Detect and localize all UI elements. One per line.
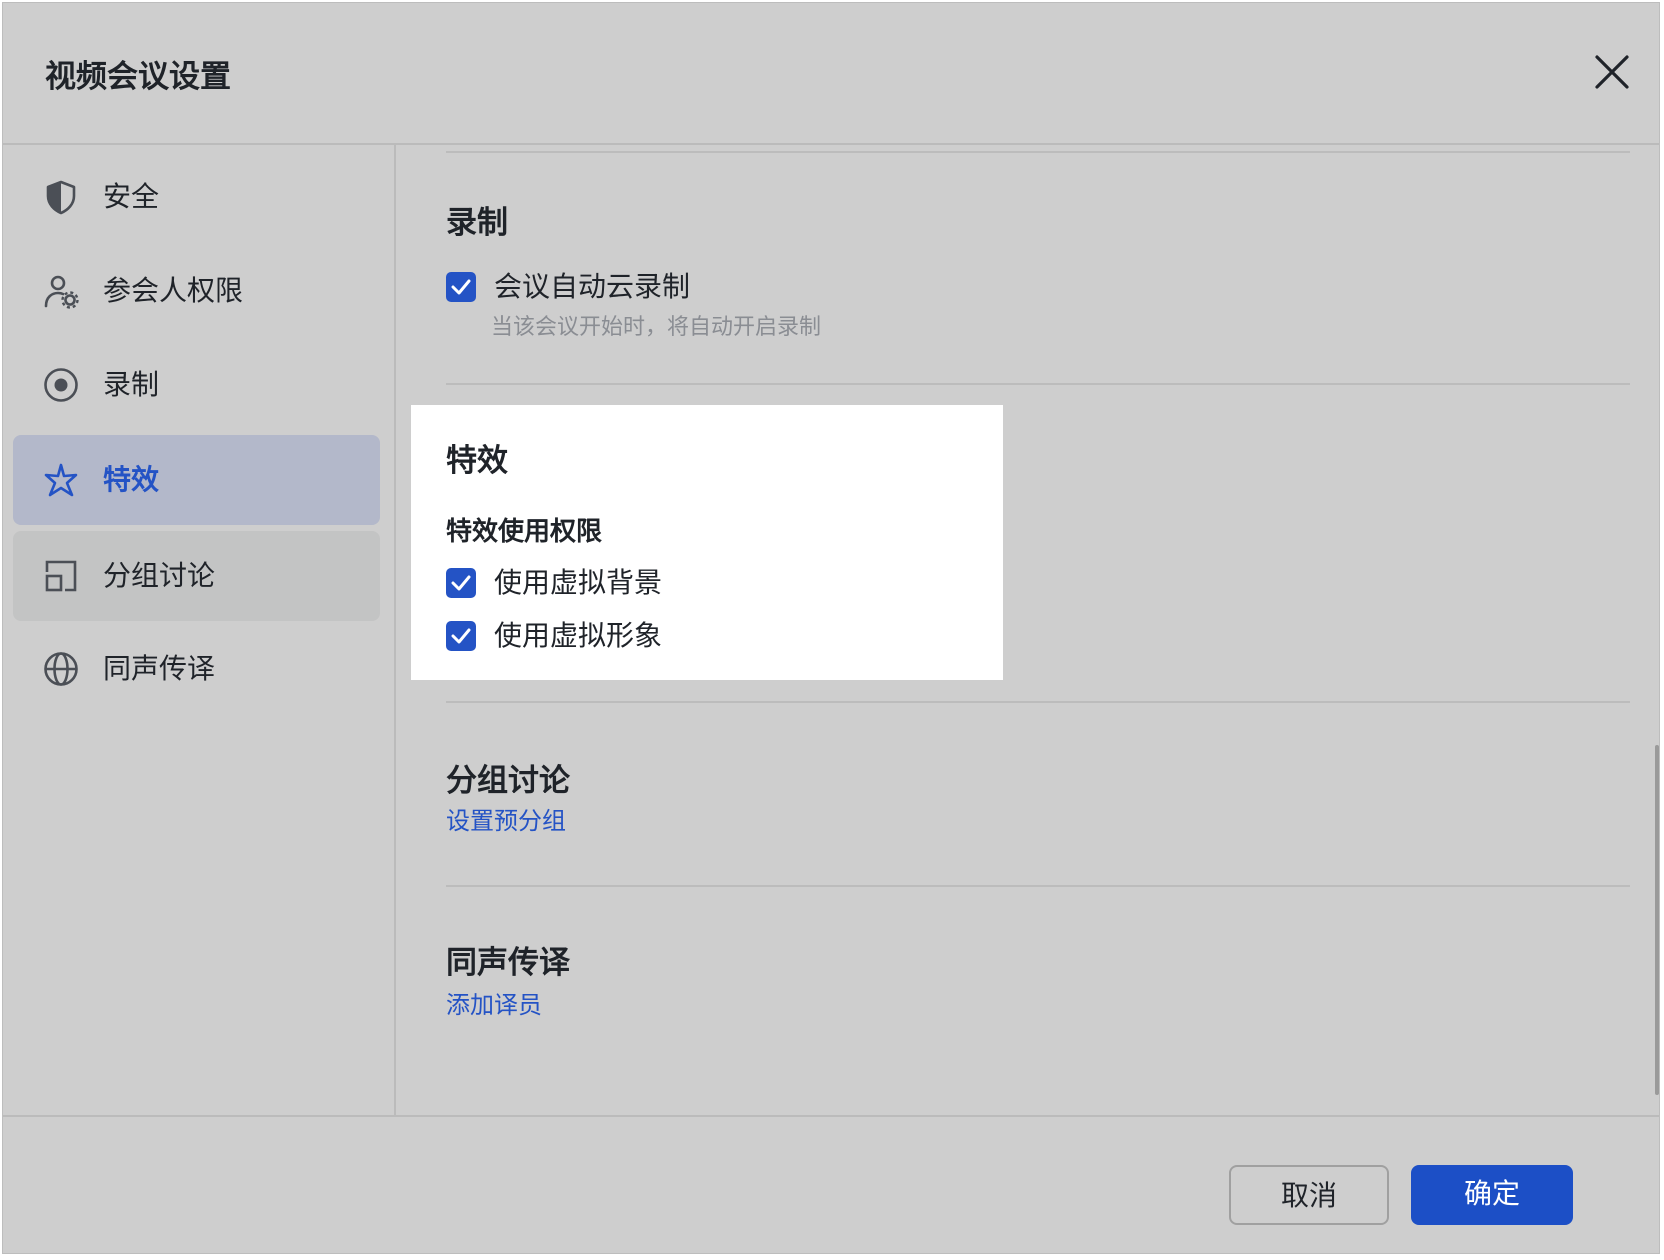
sidebar-item-interpretation[interactable]: 同声传译 (13, 621, 380, 717)
sidebar-item-breakout[interactable]: 分组讨论 (13, 531, 380, 621)
sidebar-item-label: 录制 (103, 368, 160, 401)
sidebar-item-effects[interactable]: 特效 (13, 435, 380, 525)
sparkle-icon (43, 462, 79, 498)
section-title-recording: 录制 (446, 205, 508, 241)
confirm-button[interactable]: 确定 (1411, 1165, 1573, 1225)
sidebar-item-recording[interactable]: 录制 (13, 337, 380, 433)
divider (446, 701, 1630, 703)
section-title-breakout: 分组讨论 (446, 763, 570, 799)
sidebar: 安全 参会人权限 录制 特效 分组讨论 同声传译 (3, 145, 396, 1115)
dialog-title: 视频会议设置 (45, 59, 231, 95)
sidebar-item-participant-permissions[interactable]: 参会人权限 (13, 243, 380, 339)
checkbox-label: 会议自动云录制 (494, 270, 691, 303)
divider (446, 151, 1630, 153)
sidebar-item-label: 同声传译 (103, 652, 216, 685)
user-gear-icon (43, 273, 79, 309)
sidebar-item-label: 安全 (103, 180, 160, 213)
content-scrollbar[interactable] (1655, 745, 1659, 1095)
divider (446, 383, 1630, 385)
setup-pre-assign-link[interactable]: 设置预分组 (446, 801, 566, 836)
sidebar-item-security[interactable]: 安全 (13, 149, 380, 245)
add-interpreter-link[interactable]: 添加译员 (446, 985, 542, 1020)
checkbox-checked-icon (446, 272, 476, 302)
checkbox-label: 使用虚拟背景 (494, 566, 663, 599)
divider (446, 885, 1630, 887)
record-icon (43, 367, 79, 403)
settings-dialog: 视频会议设置 安全 参会人权限 录制 特效 分组讨论 同声传译 录制 会议自动云… (2, 2, 1660, 1254)
effects-permission-title: 特效使用权限 (446, 517, 603, 547)
auto-cloud-record-description: 当该会议开始时，将自动开启录制 (491, 315, 822, 340)
checkbox-checked-icon (446, 621, 476, 651)
sidebar-item-label: 分组讨论 (103, 559, 216, 592)
dialog-header: 视频会议设置 (3, 3, 1659, 145)
breakout-icon (43, 558, 79, 594)
cancel-button[interactable]: 取消 (1229, 1165, 1389, 1225)
checkbox-label: 使用虚拟形象 (494, 619, 663, 652)
section-title-effects: 特效 (446, 443, 508, 479)
sidebar-item-label: 参会人权限 (103, 274, 244, 307)
close-icon[interactable] (1593, 53, 1631, 91)
globe-icon (43, 651, 79, 687)
sidebar-item-label: 特效 (103, 463, 160, 496)
section-title-interpretation: 同声传译 (446, 945, 570, 981)
dialog-footer: 取消 确定 (3, 1115, 1659, 1253)
settings-content: 录制 会议自动云录制 当该会议开始时，将自动开启录制 特效 特效使用权限 使用虚… (398, 145, 1661, 1115)
shield-icon (43, 179, 79, 215)
checkbox-checked-icon (446, 568, 476, 598)
